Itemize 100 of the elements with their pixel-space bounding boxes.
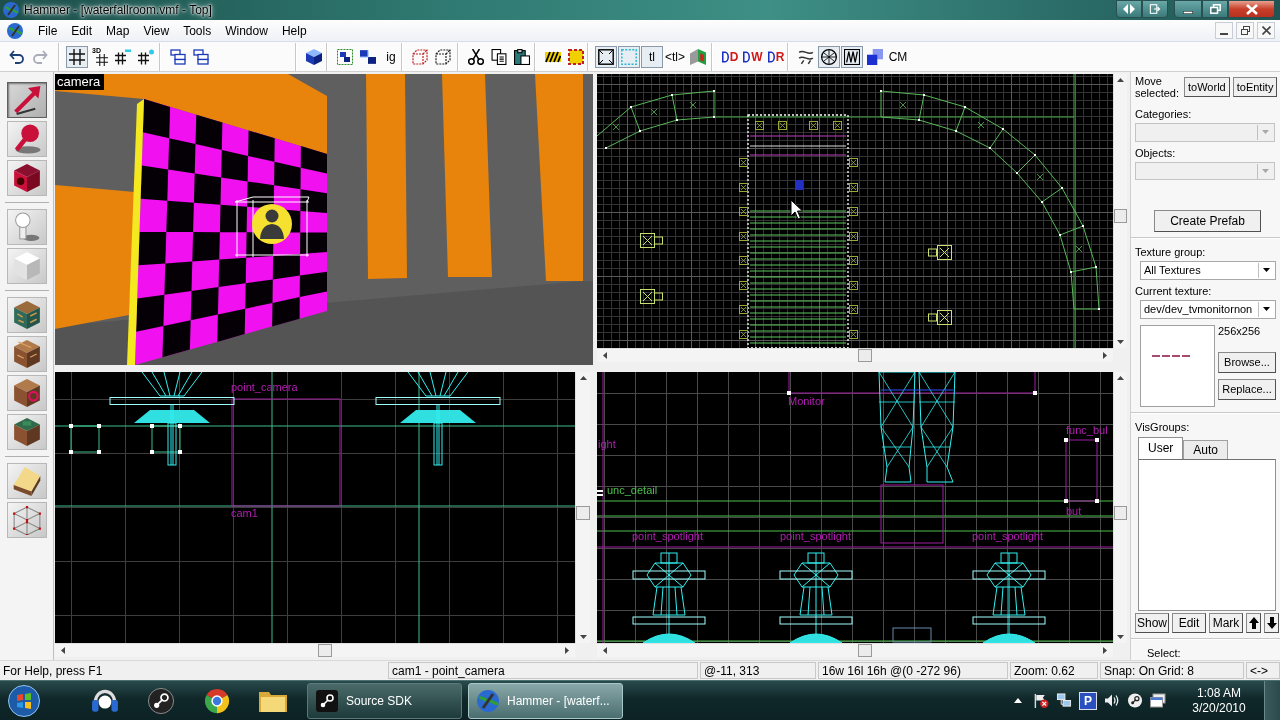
arrange-button[interactable] xyxy=(1116,0,1142,18)
texture-button[interactable]: Browse... xyxy=(1218,351,1276,373)
menu-item[interactable]: File xyxy=(31,23,65,38)
close-button[interactable] xyxy=(1228,0,1275,18)
vertical-scrollbar[interactable] xyxy=(1113,74,1127,348)
clock-time[interactable]: 1:08 AM xyxy=(1197,685,1241,701)
apply-texture-button[interactable] xyxy=(6,336,47,372)
tray-badge[interactable]: P xyxy=(1079,691,1097,710)
vertex-marker-icon[interactable] xyxy=(849,256,858,265)
toolbar-button[interactable]: R xyxy=(765,45,787,68)
clip-tool-button[interactable] xyxy=(6,463,47,499)
vertex-marker-icon[interactable] xyxy=(739,256,748,265)
vertex-marker-icon[interactable] xyxy=(849,281,858,290)
brush-handle-icon[interactable] xyxy=(597,490,603,496)
menu-item[interactable]: Edit xyxy=(64,23,100,38)
scrollbar-thumb[interactable] xyxy=(857,349,872,362)
top-viewport[interactable] xyxy=(597,74,1113,348)
move-button[interactable]: toWorld xyxy=(1184,77,1230,97)
visgroup-button[interactable]: Edit xyxy=(1172,613,1206,633)
vertex-marker-icon[interactable] xyxy=(849,305,858,314)
toolbar-button[interactable]: <tl> xyxy=(664,45,686,68)
move-down-button[interactable] xyxy=(1264,613,1279,633)
vertex-marker-icon[interactable] xyxy=(833,121,842,130)
restore-button[interactable] xyxy=(1202,0,1228,18)
toolbar-button[interactable] xyxy=(66,45,88,68)
menu-item[interactable]: View xyxy=(136,23,177,38)
round-logo-icon[interactable] xyxy=(147,687,175,714)
scroll-up-icon[interactable] xyxy=(1117,376,1124,380)
vertex-marker-icon[interactable] xyxy=(739,183,748,192)
scrollbar-thumb[interactable] xyxy=(318,644,332,657)
scroll-down-icon[interactable] xyxy=(1117,340,1124,344)
vertex-tool-button[interactable] xyxy=(6,502,47,538)
scroll-down-icon[interactable] xyxy=(579,635,587,639)
vertex-marker-icon[interactable] xyxy=(739,207,748,216)
visgroup-tab[interactable]: User xyxy=(1138,436,1184,459)
front-viewport[interactable]: Monitor ight unc_detail func_bul but point_spotlight point_spotlight point_spotlight xyxy=(597,372,1113,643)
scroll-right-icon[interactable] xyxy=(565,647,569,654)
toolbar-button[interactable]: D xyxy=(719,45,741,68)
menu-item[interactable]: Map xyxy=(99,23,137,38)
selected-brush-outline[interactable] xyxy=(69,424,101,454)
headset-icon[interactable] xyxy=(91,687,119,714)
toolbar-button[interactable] xyxy=(595,45,617,68)
overlay-tool-button[interactable] xyxy=(6,414,47,450)
entity-tool-button[interactable] xyxy=(6,209,47,245)
window-icon[interactable] xyxy=(1150,693,1166,708)
menu-item[interactable]: Tools xyxy=(176,23,219,38)
scroll-right-icon[interactable] xyxy=(1103,352,1107,359)
vertical-scrollbar[interactable] xyxy=(575,372,590,643)
camera-viewport[interactable]: camera xyxy=(55,74,593,365)
create-prefab-button[interactable]: Create Prefab xyxy=(1154,210,1261,233)
vertex-marker-icon[interactable] xyxy=(755,121,764,130)
vertex-marker-icon[interactable] xyxy=(739,232,748,241)
move-up-button[interactable] xyxy=(1246,613,1261,633)
toolbar-button[interactable]: tl xyxy=(641,45,663,68)
vertex-marker-icon[interactable] xyxy=(739,305,748,314)
texture-button[interactable]: Replace... xyxy=(1218,378,1276,400)
vertex-marker-icon[interactable] xyxy=(739,330,748,339)
vertex-marker-icon[interactable] xyxy=(849,232,858,241)
toolbar-button[interactable] xyxy=(841,45,863,68)
exit-button[interactable] xyxy=(1142,0,1168,18)
texture-tool-button[interactable] xyxy=(6,297,47,333)
clock-date[interactable]: 3/20/2010 xyxy=(1192,700,1246,716)
magnify-tool-button[interactable] xyxy=(6,121,47,157)
ring-logo-icon[interactable] xyxy=(203,687,231,714)
scroll-right-icon[interactable] xyxy=(1103,647,1107,654)
toolbar-button[interactable] xyxy=(818,45,840,68)
chevron-up-icon[interactable] xyxy=(1014,698,1022,703)
horizontal-scrollbar[interactable] xyxy=(55,643,575,657)
visgroup-tab[interactable]: Auto xyxy=(1183,439,1229,459)
scroll-up-icon[interactable] xyxy=(1117,78,1124,82)
toolbar-button[interactable]: W xyxy=(742,45,764,68)
scrollbar-thumb[interactable] xyxy=(1114,505,1127,520)
vertex-marker-icon[interactable] xyxy=(849,183,858,192)
vertex-marker-icon[interactable] xyxy=(809,121,818,130)
move-button[interactable]: toEntity xyxy=(1232,77,1278,97)
select-tool-button[interactable] xyxy=(6,82,47,118)
scrollbar-thumb[interactable] xyxy=(1114,209,1127,224)
speaker-icon[interactable] xyxy=(1104,693,1120,708)
visgroup-button[interactable]: Show xyxy=(1135,613,1169,633)
horizontal-scrollbar[interactable] xyxy=(597,643,1113,657)
vertex-marker-icon[interactable] xyxy=(739,158,748,167)
current-texture-dropdown[interactable]: dev/dev_tvmonitornon xyxy=(1140,299,1276,319)
scroll-up-icon[interactable] xyxy=(579,376,587,380)
vertex-marker-icon[interactable] xyxy=(849,330,858,339)
vertex-marker-icon[interactable] xyxy=(778,121,787,130)
vertex-marker-icon[interactable] xyxy=(849,158,858,167)
toolbar-button[interactable]: ig xyxy=(380,45,402,68)
vertex-marker-icon[interactable] xyxy=(849,207,858,216)
menu-item[interactable]: Window xyxy=(218,23,275,38)
scrollbar-thumb[interactable] xyxy=(857,644,872,657)
scroll-left-icon[interactable] xyxy=(61,647,65,654)
visgroup-button[interactable]: Mark xyxy=(1209,613,1243,633)
vertex-marker-icon[interactable] xyxy=(739,281,748,290)
vertical-scrollbar[interactable] xyxy=(1113,372,1127,643)
decal-tool-button[interactable] xyxy=(6,375,47,411)
show-desktop-button[interactable] xyxy=(1264,680,1280,720)
menu-item[interactable]: Help xyxy=(274,23,314,38)
horizontal-scrollbar[interactable] xyxy=(597,348,1113,362)
toolbar-button[interactable]: CM xyxy=(887,45,909,68)
network-icon[interactable] xyxy=(1056,693,1072,708)
